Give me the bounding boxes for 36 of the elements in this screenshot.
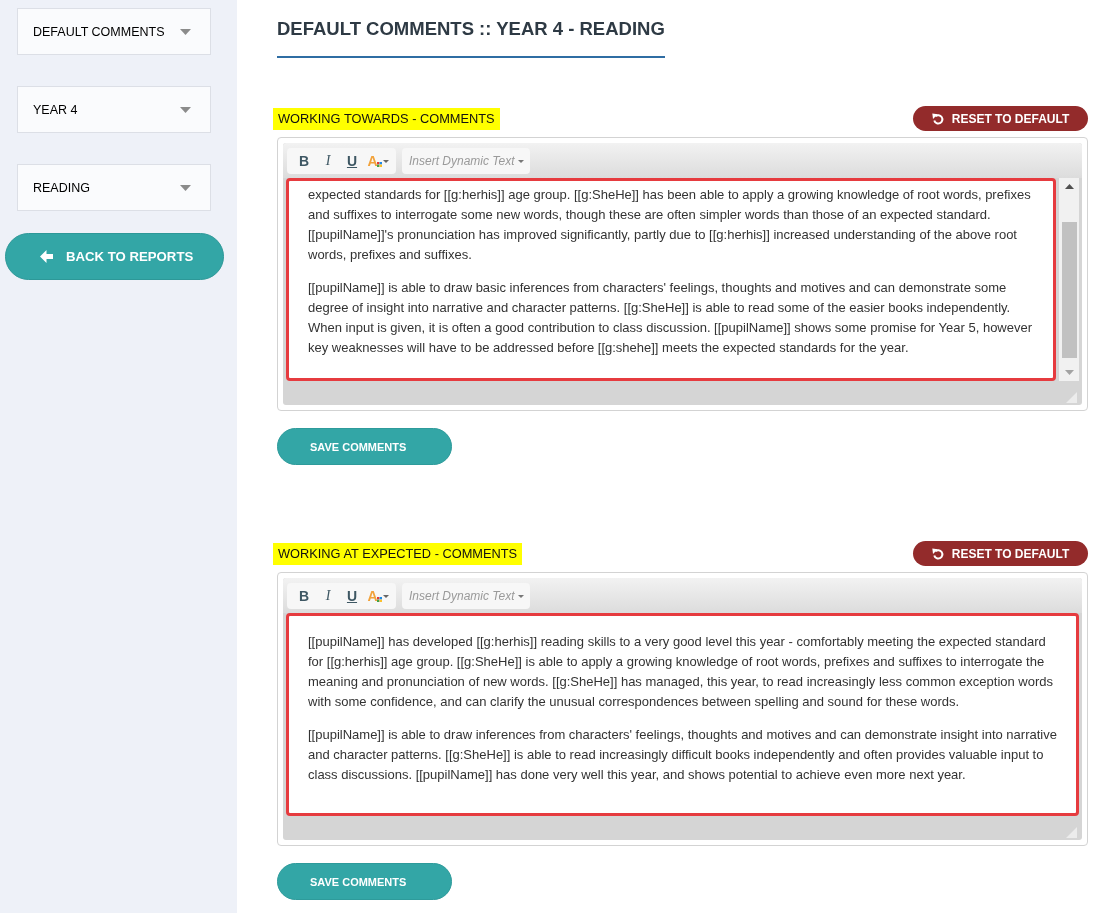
caret-icon xyxy=(180,106,191,113)
color-squares-icon xyxy=(376,597,382,602)
italic-button[interactable]: I xyxy=(316,583,340,609)
comment-text-field[interactable] xyxy=(286,613,1079,816)
caret-icon xyxy=(382,594,389,598)
bold-button[interactable]: B xyxy=(292,583,316,609)
undo-icon xyxy=(931,547,944,560)
reset-to-default-button[interactable]: RESET TO DEFAULT xyxy=(913,541,1088,566)
filter-dropdown[interactable]: READING xyxy=(17,164,211,211)
scroll-up-arrow-icon[interactable] xyxy=(1064,184,1074,189)
caret-icon xyxy=(382,159,389,163)
caret-icon xyxy=(517,594,524,598)
scroll-down-arrow-icon[interactable] xyxy=(1064,370,1074,375)
underline-button[interactable]: U xyxy=(340,583,364,609)
caret-icon xyxy=(517,159,524,163)
undo-icon xyxy=(931,112,944,125)
caret-icon xyxy=(180,28,191,35)
scrollbar-thumb[interactable] xyxy=(1061,222,1077,358)
section-heading: WORKING AT EXPECTED - COMMENTS xyxy=(273,542,523,565)
comment-paragraph: expected standards for [[g:herhis]] age group. [[g:SheHe]] has been able to apply a growing knowledge of root words, prefixes and suffixes to interrogate some new words, though these are often simpler words than those of an expected standard. [[pupilName]]'s pronunciation has improved significantly, partly due to [[g:herhis]] increased understanding of the above root words, prefixes and suffixes. xyxy=(308,186,1032,264)
comment-paragraph: [[pupilName]] is able to draw inferences from characters' feelings, thoughts and motives and can demonstrate insight into narrative and character patterns. [[g:SheHe]] is able to read increasingly difficult books independently and often provides valuable input to class discussions. [[pupilName]] has done very well this year, and shows potential to achieve even more next year. xyxy=(308,726,1058,784)
filter-dropdown[interactable]: DEFAULT COMMENTS xyxy=(17,8,211,55)
page-title: DEFAULT COMMENTS :: YEAR 4 - READING xyxy=(277,17,665,58)
underline-button[interactable]: U xyxy=(340,148,364,174)
comment-text-field[interactable] xyxy=(286,178,1056,381)
scrollbar[interactable] xyxy=(1059,178,1079,381)
bold-button[interactable]: B xyxy=(292,148,316,174)
comment-paragraph: [[pupilName]] is able to draw basic inferences from characters' feelings, thoughts and motives and can demonstrate some degree of insight into narrative and character patterns. [[g:SheHe]] is able to read some of the easier books independently. When input is given, it is often a good contribution to class discussion. [[pupilName]] shows some promise for Year 5, however key weaknesses will have to be addressed before [[g:shehe]] meets the expected standards for the year. xyxy=(308,279,1034,357)
section-heading: WORKING TOWARDS - COMMENTS xyxy=(273,107,500,130)
comment-paragraph: [[pupilName]] has developed [[g:herhis]] reading skills to a very good level this year - comfortably meeting the expected standard for [[g:herhis]] age group. [[g:SheHe]] is able to apply a growing knowledge of root words, prefixes and suffixes to interrogate the meaning and pronunciation of new words. [[g:SheHe]] has managed, this year, to read increasingly less common exception words with some confidence, and can clarify the unusual correspondences between spelling and sound for these words. xyxy=(308,633,1055,711)
caret-icon xyxy=(180,184,191,191)
reset-to-default-button[interactable]: RESET TO DEFAULT xyxy=(913,106,1088,131)
filter-dropdown[interactable]: YEAR 4 xyxy=(17,86,211,133)
arrow-left-icon xyxy=(40,250,53,263)
color-squares-icon xyxy=(376,162,382,167)
italic-button[interactable]: I xyxy=(316,148,340,174)
